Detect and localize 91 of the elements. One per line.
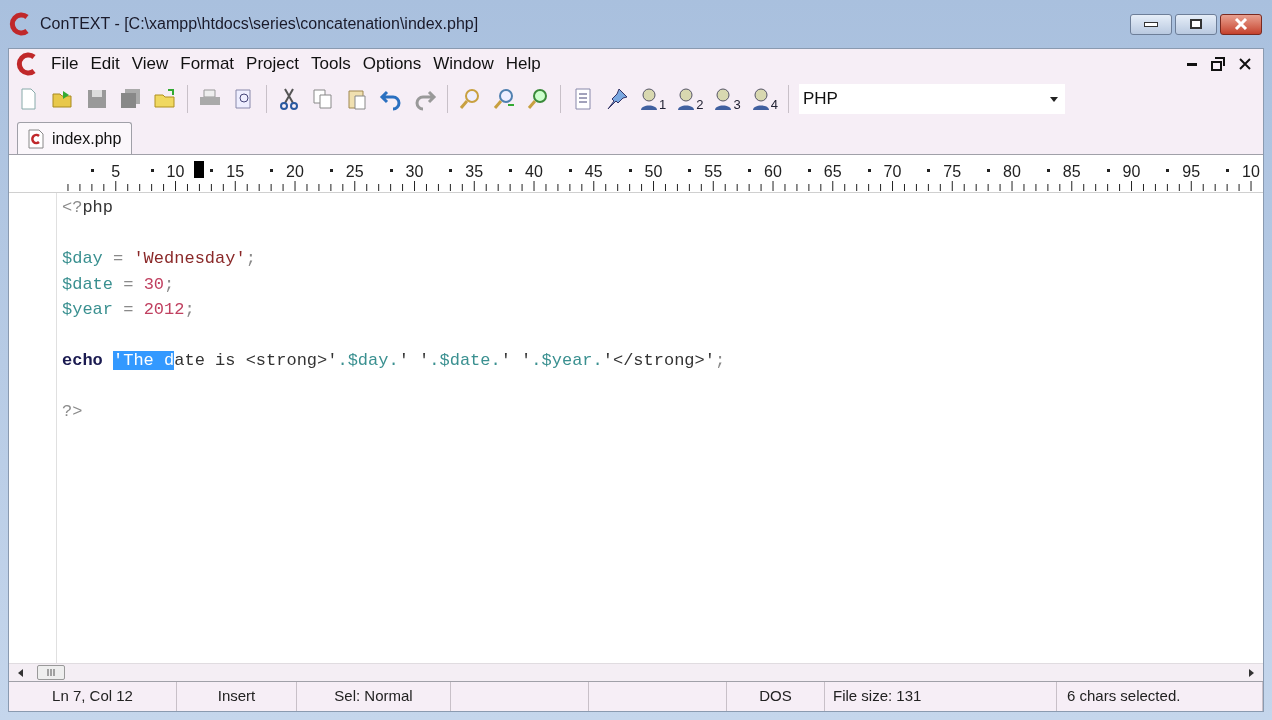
ruler-number: 85 (1062, 162, 1081, 182)
status-text: Ln 7, Col 12 (52, 686, 133, 707)
code-token: <? (62, 198, 83, 217)
status-text: Sel: Normal (334, 686, 413, 707)
dropdown-caret-icon[interactable] (1049, 96, 1058, 102)
user-tool-button[interactable]: 3 (713, 87, 741, 111)
code-token: $date (62, 274, 113, 294)
code-token: ; (714, 351, 726, 370)
restore-icon[interactable] (1211, 57, 1225, 71)
code-token: '</strong>' (602, 351, 715, 370)
menu-item[interactable]: Tools (305, 51, 357, 77)
scrollbar-thumb[interactable] (37, 665, 65, 680)
minimize-icon[interactable] (1187, 62, 1197, 66)
user-tool-button[interactable]: 4 (750, 87, 778, 111)
menu-item[interactable]: File (45, 51, 85, 77)
file-tab[interactable]: index.php (17, 122, 133, 154)
code-token: ; (245, 249, 256, 268)
minimize-button[interactable] (1130, 13, 1172, 35)
ruler-number: 55 (704, 162, 723, 182)
grip-icon (47, 669, 55, 676)
maximize-button[interactable] (1175, 13, 1217, 35)
menu-item[interactable]: Edit (84, 51, 126, 77)
code-token: = (122, 300, 135, 319)
code-token: ?> (62, 402, 83, 421)
code-token: .$year. (531, 351, 603, 370)
status-text: File size: 131 (833, 686, 922, 707)
code-token: .$day. (337, 351, 399, 370)
ruler-number: 25 (345, 162, 364, 182)
ruler-number: 65 (823, 162, 842, 182)
ruler-number: 10 (1242, 162, 1260, 182)
selected-code-text: 'The d (113, 351, 175, 370)
paste-icon[interactable] (345, 87, 369, 111)
code-token: php (82, 198, 113, 217)
status-text: 6 chars selected. (1067, 686, 1181, 707)
code-token: ; (184, 300, 195, 319)
code-token: echo (62, 351, 104, 370)
menu-item[interactable]: Options (356, 51, 428, 77)
ruler-number: 15 (226, 162, 245, 182)
status-text: DOS (759, 686, 792, 707)
status-text: Insert (217, 686, 256, 707)
highlighter-dropdown[interactable]: PHP (798, 84, 1065, 114)
menu-item[interactable]: Help (499, 51, 547, 77)
menu-item[interactable]: Format (174, 51, 241, 77)
ruler-number: 40 (525, 162, 543, 182)
ruler-number: 5 (111, 162, 121, 182)
user-tool-button[interactable]: 2 (676, 87, 704, 111)
ruler-number: 10 (166, 162, 185, 182)
menu-item[interactable]: Project (240, 51, 305, 77)
code-token: 'Wednesday' (133, 249, 246, 268)
code-token: $year (62, 300, 113, 319)
save-all-icon[interactable] (119, 87, 143, 111)
ruler-number: 80 (1003, 162, 1021, 182)
ruler-number: 70 (883, 162, 902, 182)
ruler-number: 35 (465, 162, 484, 182)
copy-icon[interactable] (311, 87, 335, 111)
search-icon[interactable] (458, 87, 482, 111)
code-token: .$date. (429, 351, 501, 370)
code-token: = (122, 274, 135, 294)
code-token: 30 (143, 274, 165, 294)
close-icon[interactable] (1239, 58, 1251, 70)
scroll-right-icon[interactable] (1247, 667, 1255, 678)
code-token: ate is <strong>' (174, 351, 338, 370)
ruler-number: 75 (943, 162, 962, 182)
code-token: ' ' (398, 351, 430, 370)
ruler-number: 45 (584, 162, 603, 182)
ruler-number: 50 (644, 162, 663, 182)
php-file-icon (28, 128, 44, 149)
code-token: ' ' (500, 351, 532, 370)
user-tool-button[interactable]: 1 (639, 87, 667, 111)
ruler-number: 60 (764, 162, 782, 182)
folder-icon[interactable] (153, 87, 177, 111)
scroll-left-icon[interactable] (17, 667, 25, 678)
window-title: ConTEXT - [C:\xampp\htdocs\series\concatenation\index.php] (40, 14, 479, 34)
code-token: = (112, 249, 125, 268)
code-token: $day (62, 249, 103, 268)
replace-icon[interactable] (526, 87, 550, 111)
ruler-number: 20 (286, 162, 304, 182)
cut-icon[interactable] (277, 87, 301, 111)
search-next-icon[interactable] (492, 87, 516, 111)
ruler-number: 95 (1182, 162, 1201, 182)
save-icon[interactable] (85, 87, 109, 111)
column-marker (194, 161, 205, 178)
code-token: 2012 (143, 300, 185, 319)
close-button[interactable] (1220, 13, 1262, 35)
ruler-number: 90 (1122, 162, 1141, 182)
menu-item[interactable]: Window (427, 51, 500, 77)
menu-item[interactable]: View (125, 51, 175, 77)
code-token: ; (164, 274, 175, 294)
close-icon (1234, 18, 1248, 30)
ruler-number: 30 (405, 162, 424, 182)
pin-icon[interactable] (605, 87, 629, 111)
